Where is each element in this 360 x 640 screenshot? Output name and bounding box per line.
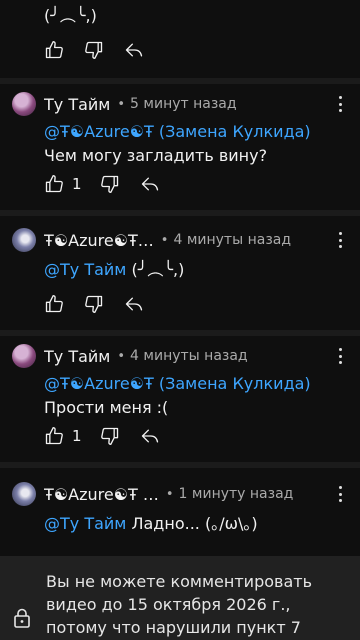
separator-dot: • <box>117 348 126 364</box>
like-count: 1 <box>72 175 82 193</box>
timestamp: 1 минуту назад <box>178 486 294 502</box>
timestamp: 5 минут назад <box>130 96 237 112</box>
mention-link[interactable]: @Ту Тайм <box>44 260 126 279</box>
like-button[interactable] <box>44 294 64 314</box>
mention-link[interactable]: @Ту Тайм <box>44 514 126 533</box>
like-button[interactable] <box>44 40 64 60</box>
avatar[interactable] <box>12 92 36 116</box>
separator-dot: • <box>160 232 169 248</box>
like-button[interactable]: 1 <box>44 426 82 446</box>
thumb-up-icon <box>45 427 63 445</box>
lock-icon <box>14 608 30 628</box>
more-vert-icon[interactable] <box>332 94 348 114</box>
thumb-down-icon <box>85 295 103 313</box>
like-count: 1 <box>72 427 82 445</box>
thumb-up-icon <box>45 41 63 59</box>
comment-item: (╯︵╰,) <box>0 0 360 80</box>
reply-arrow-icon <box>125 43 143 57</box>
comment-text-block: @Ту Тайм Ладно... (｡/ω\｡) <box>44 512 350 536</box>
author-name[interactable]: Ту Тайм <box>44 347 110 366</box>
dislike-button[interactable] <box>84 40 104 60</box>
comment-item: Ту Тайм • 4 минуты назад @Ŧ☯Azure☯Ŧ (Зам… <box>0 336 360 466</box>
comment-restriction-banner: Вы не можете комментировать видео до 15 … <box>0 556 360 640</box>
avatar[interactable] <box>12 344 36 368</box>
reply-arrow-icon <box>141 429 158 443</box>
comment-text-block: @Ту Тайм (╯︵╰,) <box>44 258 350 282</box>
thumb-up-icon <box>45 175 63 193</box>
more-vert-icon[interactable] <box>332 484 348 504</box>
comment-header: Ту Тайм • 4 минуты назад <box>44 344 320 368</box>
mention-link[interactable]: @Ŧ☯Azure☯Ŧ (Замена Кулкида) <box>44 372 350 396</box>
avatar[interactable] <box>12 228 36 252</box>
comment-text: Ладно... (｡/ω\｡) <box>131 514 258 533</box>
comment-item: Ту Тайм • 5 минут назад @Ŧ☯Azure☯Ŧ (Заме… <box>0 84 360 214</box>
reply-button[interactable] <box>140 426 160 446</box>
comment-item: Ŧ☯Azure☯Ŧ… • 4 минуты назад @Ту Тайм (╯︵… <box>0 216 360 336</box>
timestamp: 4 минуты назад <box>130 348 248 364</box>
reply-arrow-icon <box>141 177 158 191</box>
comment-text-block: @Ŧ☯Azure☯Ŧ (Замена Кулкида) Чем могу заг… <box>44 120 350 168</box>
comment-header: Ŧ☯Azure☯Ŧ … • 1 минуту назад <box>44 482 320 506</box>
comment-item: Ŧ☯Azure☯Ŧ … • 1 минуту назад @Ту Тайм Ла… <box>0 468 360 558</box>
more-vert-icon[interactable] <box>332 230 348 250</box>
thumb-down-icon <box>100 175 118 193</box>
timestamp: 4 минуты назад <box>173 232 292 248</box>
comment-text: Прости меня :( <box>44 398 169 417</box>
separator-dot: • <box>117 96 126 112</box>
more-vert-icon[interactable] <box>332 346 348 366</box>
comment-text: (╯︵╰,) <box>131 260 185 279</box>
comment-actions <box>44 294 164 314</box>
dislike-button[interactable] <box>100 174 120 194</box>
separator-dot: • <box>165 486 174 502</box>
restriction-text: Вы не можете комментировать видео до 15 … <box>46 572 312 637</box>
author-name[interactable]: Ту Тайм <box>44 95 110 114</box>
reply-button[interactable] <box>124 40 144 60</box>
thumb-down-icon <box>100 427 118 445</box>
comment-text: (╯︵╰,) <box>44 6 97 25</box>
thumb-up-icon <box>45 295 63 313</box>
comment-text-block: @Ŧ☯Azure☯Ŧ (Замена Кулкида) Прости меня … <box>44 372 350 420</box>
author-name[interactable]: Ŧ☯Azure☯Ŧ … <box>44 485 159 504</box>
comment-actions <box>44 40 164 60</box>
thumb-down-icon <box>85 41 103 59</box>
dislike-button[interactable] <box>100 426 120 446</box>
comment-text: Чем могу загладить вину? <box>44 146 268 165</box>
comment-actions: 1 <box>44 174 180 194</box>
comment-header: Ту Тайм • 5 минут назад <box>44 92 320 116</box>
author-name[interactable]: Ŧ☯Azure☯Ŧ… <box>44 231 154 250</box>
reply-button[interactable] <box>140 174 160 194</box>
avatar[interactable] <box>12 482 36 506</box>
like-button[interactable]: 1 <box>44 174 82 194</box>
reply-arrow-icon <box>125 297 143 311</box>
mention-link[interactable]: @Ŧ☯Azure☯Ŧ (Замена Кулкида) <box>44 120 350 144</box>
comment-header: Ŧ☯Azure☯Ŧ… • 4 минуты назад <box>44 228 320 252</box>
comment-actions: 1 <box>44 426 180 446</box>
reply-button[interactable] <box>124 294 144 314</box>
dislike-button[interactable] <box>84 294 104 314</box>
